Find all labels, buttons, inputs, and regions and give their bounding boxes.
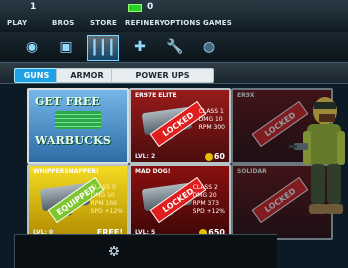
weapon-name: MAD DOG!: [135, 168, 171, 175]
nav-bros[interactable]: BROS: [52, 19, 75, 27]
coin-icon: [204, 152, 213, 161]
get-free-warbucks-card[interactable]: GET FREE WARBUCKS: [27, 88, 129, 164]
tab-armor[interactable]: ARMOR: [56, 68, 118, 83]
wrench-icon[interactable]: 🔧: [160, 35, 190, 59]
category-icons: ◉ ▣ ┃┃┃ ✚ 🔧 ◍: [0, 32, 348, 61]
weapon-name: ER9X: [237, 92, 255, 99]
bottom-panel: [14, 234, 277, 268]
top-bar: 1 0 PLAY BROS STORE REFINERY OPTIONS GAM…: [0, 0, 348, 33]
nav-options[interactable]: OPTIONS: [164, 19, 201, 27]
loading-spinner-icon: [109, 246, 119, 256]
weapon-stats: CLASS 0 DMG 10 RPM 169 SPD +12%: [90, 184, 123, 215]
store-tabs: GUNS ARMOR POWER UPS: [0, 62, 348, 84]
backpack-icon[interactable]: ▣: [51, 35, 81, 59]
ammo-icon[interactable]: ┃┃┃: [87, 35, 119, 61]
gem-count: 0: [147, 2, 154, 12]
game-screen: 1 0 PLAY BROS STORE REFINERY OPTIONS GAM…: [0, 0, 348, 268]
nav-store[interactable]: STORE: [90, 19, 117, 27]
weapon-card[interactable]: WHIPPERSNAPPER! EQUIPPED CLASS 0 DMG 10 …: [27, 164, 129, 240]
weapon-stats: CLASS 2 DMG 20 RPM 373 SPD +12%: [192, 184, 225, 215]
main-nav: PLAY BROS STORE REFINERY OPTIONS GAMES: [0, 19, 348, 31]
tab-power-ups[interactable]: POWER UPS: [111, 68, 214, 83]
weapon-card[interactable]: MAD DOG! LOCKED CLASS 2 DMG 20 RPM 373 S…: [129, 164, 231, 240]
currency-count: 1: [30, 2, 37, 12]
tab-guns[interactable]: GUNS: [14, 68, 59, 83]
weapon-level: LVL: 2: [135, 153, 156, 160]
robot-icon[interactable]: ◍: [194, 35, 224, 59]
cash-stack-icon: [55, 111, 101, 129]
promo-line-2: WARBUCKS: [35, 134, 112, 147]
weapon-name: WHIPPERSNAPPER!: [33, 168, 99, 175]
nav-play[interactable]: PLAY: [7, 19, 27, 27]
weapon-name: SOLIDAR: [237, 168, 267, 175]
weapon-name: ER97E ELITE: [135, 92, 177, 99]
nav-games[interactable]: GAMES: [203, 19, 232, 27]
nav-refinery[interactable]: REFINERY: [125, 19, 165, 27]
soldier-character: [287, 96, 348, 220]
promo-line-1: GET FREE: [35, 95, 101, 108]
shield-icon[interactable]: ✚: [125, 35, 155, 59]
weapon-stats: CLASS 1 DMG 10 RPM 300: [198, 108, 225, 131]
globe-icon[interactable]: ◉: [17, 35, 47, 59]
weapon-card[interactable]: ER97E ELITE LOCKED CLASS 1 DMG 10 RPM 30…: [129, 88, 231, 164]
gem-icon: [128, 4, 142, 12]
weapon-price: 60: [204, 152, 225, 161]
